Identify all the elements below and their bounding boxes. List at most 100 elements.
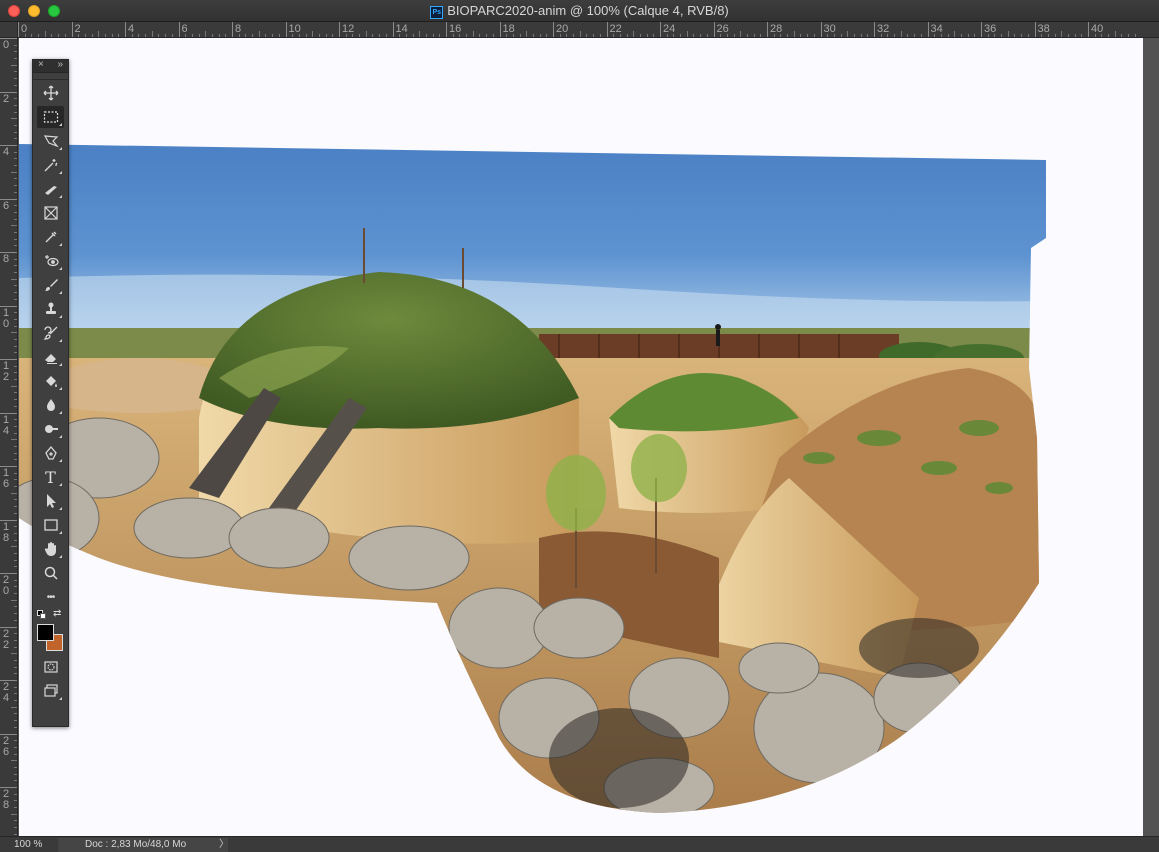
ruler-v-minor-tick — [11, 278, 17, 280]
brush-tool[interactable] — [37, 274, 64, 296]
ruler-v-minor-tick — [14, 486, 17, 488]
ruler-v-minor-tick — [14, 292, 17, 294]
ruler-v-minor-tick — [14, 205, 17, 207]
ruler-h-minor-tick — [131, 34, 133, 37]
quick-mask-button[interactable] — [37, 656, 64, 678]
frame-icon — [43, 206, 58, 220]
ruler-v-tick: 16 — [0, 466, 17, 490]
ruler-h-tick: 22 — [606, 22, 622, 37]
ruler-h-tick: 10 — [285, 22, 301, 37]
zoom-level-field[interactable]: 100 % — [4, 838, 54, 851]
ruler-v-minor-tick — [14, 639, 17, 641]
ruler-h-tick: 34 — [927, 22, 943, 37]
ruler-h-minor-tick — [579, 31, 581, 37]
ruler-v-minor-tick — [14, 258, 17, 260]
ruler-h-minor-tick — [646, 34, 648, 37]
horizontal-ruler[interactable]: 0 2 4 6 8 10 12 14 16 18 20 22 24 26 28 30 32 34 36 38 40 — [18, 22, 1159, 38]
ruler-v-minor-tick — [14, 780, 17, 782]
ruler-h-minor-tick — [1094, 34, 1096, 37]
ruler-h-minor-tick — [84, 34, 86, 37]
paint-bucket-tool[interactable] — [37, 370, 64, 392]
dodge-icon — [44, 425, 58, 433]
move-tool[interactable] — [37, 82, 64, 104]
rectangle-tool[interactable] — [37, 514, 64, 536]
edit-toolbar[interactable]: ••• — [37, 586, 64, 608]
ruler-v-minor-tick — [14, 827, 17, 829]
blur-tool[interactable] — [37, 394, 64, 416]
ruler-v-label: 2 — [3, 92, 10, 105]
eraser-tool[interactable] — [37, 346, 64, 368]
vertical-ruler[interactable]: 0 2 4 6 8 10 12 14 16 18 20 22 24 26 28 — [0, 38, 18, 836]
rectangular-marquee-tool[interactable] — [37, 106, 64, 128]
ruler-v-minor-tick — [14, 593, 17, 595]
clone-stamp-tool[interactable] — [37, 298, 64, 320]
ruler-v-minor-tick — [14, 740, 17, 742]
history-brush-tool[interactable] — [37, 322, 64, 344]
ruler-v-label: 16 — [3, 467, 10, 490]
eyedropper-icon — [45, 231, 56, 243]
type-tool[interactable]: T — [37, 466, 64, 488]
dodge-tool[interactable] — [37, 418, 64, 440]
ruler-h-minor-tick — [633, 31, 635, 37]
ruler-h-minor-tick — [746, 34, 748, 37]
magic-wand-tool[interactable] — [37, 154, 64, 176]
red-eye-icon — [44, 255, 59, 267]
ruler-h-minor-tick — [365, 31, 367, 37]
hand-tool[interactable] — [37, 538, 64, 560]
ruler-h-minor-tick — [559, 34, 561, 37]
blur-drop-icon — [46, 399, 55, 411]
zoom-tool[interactable] — [37, 562, 64, 584]
ruler-v-minor-tick — [14, 532, 17, 534]
ruler-v-minor-tick — [14, 512, 17, 514]
ruler-h-tick: 12 — [339, 22, 354, 37]
ruler-v-tick: 14 — [0, 412, 17, 436]
ruler-v-minor-tick — [14, 78, 17, 80]
close-panel-icon[interactable]: × — [38, 59, 44, 70]
polygonal-lasso-icon — [43, 135, 59, 148]
screen-mode-button[interactable] — [37, 680, 64, 702]
ruler-h-minor-tick — [332, 34, 334, 37]
eyedropper-tool[interactable] — [37, 226, 64, 248]
ruler-v-minor-tick — [14, 84, 17, 86]
ruler-origin[interactable] — [0, 22, 18, 38]
color-swatches: ⇄ — [33, 608, 68, 654]
status-menu-arrow-icon[interactable]: 〉 — [219, 838, 229, 852]
expand-panel-icon[interactable]: » — [57, 59, 63, 70]
ruler-h-minor-tick — [974, 34, 976, 37]
ruler-h-minor-tick — [934, 34, 936, 37]
ruler-h-tick: 2 — [71, 22, 81, 37]
ruler-h-minor-tick — [459, 34, 461, 37]
frame-tool[interactable] — [37, 202, 64, 224]
ruler-v-tick: 20 — [0, 573, 17, 597]
foreground-color-swatch[interactable] — [37, 624, 54, 641]
ruler-h-tick: 40 — [1088, 22, 1103, 37]
canvas-area[interactable] — [18, 38, 1159, 836]
paint-bucket-icon — [45, 376, 57, 387]
default-colors-icon[interactable] — [37, 610, 46, 619]
document-canvas[interactable] — [19, 38, 1143, 836]
ruler-v-minor-tick — [14, 104, 17, 106]
document-info[interactable]: Doc : 2,83 Mo/48,0 Mo — [58, 838, 228, 852]
ruler-h-minor-tick — [265, 34, 267, 37]
swap-colors-icon[interactable]: ⇄ — [53, 608, 61, 619]
ruler-h-minor-tick — [539, 34, 541, 37]
lasso-tool[interactable] — [37, 130, 64, 152]
magic-wand-icon — [44, 159, 57, 172]
ruler-v-minor-tick — [14, 98, 17, 100]
ruler-v-tick: 2 — [0, 91, 17, 104]
tools-panel-header[interactable]: × » — [33, 59, 68, 73]
ruler-h-minor-tick — [680, 34, 682, 37]
ruler-v-minor-tick — [14, 586, 17, 588]
ruler-h-minor-tick — [887, 34, 889, 37]
ruler-v-minor-tick — [14, 793, 17, 795]
ruler-h-tick: 20 — [553, 22, 568, 37]
panel-grip[interactable] — [33, 73, 68, 80]
ruler-v-tick: 0 — [0, 38, 17, 51]
pen-tool[interactable] — [37, 442, 64, 464]
path-selection-tool[interactable] — [37, 490, 64, 512]
ruler-v-minor-tick — [14, 392, 17, 394]
red-eye-tool[interactable] — [37, 250, 64, 272]
status-bar: 100 % Doc : 2,83 Mo/48,0 Mo 〉 — [0, 836, 1159, 852]
slice-tool[interactable] — [37, 178, 64, 200]
ruler-h-tick: 14 — [392, 22, 408, 37]
